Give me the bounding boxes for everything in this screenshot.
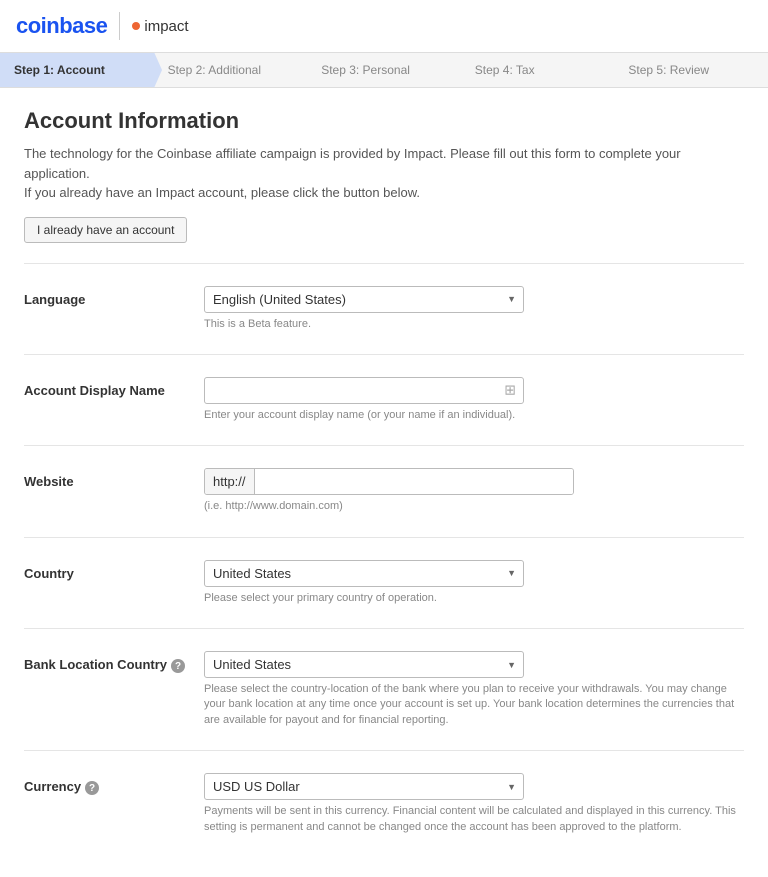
impact-logo: impact: [132, 18, 188, 35]
website-input-wrapper: http://: [204, 468, 574, 495]
logo-divider: [119, 12, 120, 40]
impact-dot-icon: [132, 22, 140, 30]
coinbase-logo: coinbase: [16, 13, 107, 39]
account-display-name-row: Account Display Name ⊞ Enter your accoun…: [24, 373, 744, 427]
website-prefix: http://: [205, 469, 255, 494]
account-name-wrapper: ⊞: [204, 377, 524, 404]
step-1[interactable]: Step 1: Account: [0, 53, 154, 87]
website-field: http:// (i.e. http://www.domain.com): [204, 468, 744, 514]
language-field: English (United States) Spanish French G…: [204, 286, 744, 332]
language-section: Language English (United States) Spanish…: [24, 263, 744, 354]
step-3[interactable]: Step 3: Personal: [307, 53, 461, 87]
language-row: Language English (United States) Spanish…: [24, 282, 744, 336]
currency-section: Currency ? USD US Dollar EUR Euro GBP Br…: [24, 750, 744, 857]
language-hint: This is a Beta feature.: [204, 317, 744, 332]
website-input[interactable]: [255, 469, 573, 494]
bank-location-country-select[interactable]: United States Canada United Kingdom Aust…: [204, 651, 524, 678]
language-select-wrapper: English (United States) Spanish French G…: [204, 286, 524, 313]
country-hint: Please select your primary country of op…: [204, 591, 744, 606]
bank-location-country-section: Bank Location Country ? United States Ca…: [24, 628, 744, 750]
language-label: Language: [24, 286, 204, 307]
country-select[interactable]: United States Canada United Kingdom Aust…: [204, 560, 524, 587]
currency-row: Currency ? USD US Dollar EUR Euro GBP Br…: [24, 769, 744, 839]
account-display-name-input[interactable]: [204, 377, 524, 404]
currency-label: Currency ?: [24, 773, 204, 795]
step-4[interactable]: Step 4: Tax: [461, 53, 615, 87]
account-display-name-section: Account Display Name ⊞ Enter your accoun…: [24, 354, 744, 445]
page-header: coinbase impact: [0, 0, 768, 53]
language-select[interactable]: English (United States) Spanish French G…: [204, 286, 524, 313]
page-title: Account Information: [24, 108, 744, 134]
website-label: Website: [24, 468, 204, 489]
already-have-account-button[interactable]: I already have an account: [24, 217, 187, 243]
account-display-name-field: ⊞ Enter your account display name (or yo…: [204, 377, 744, 423]
steps-navigation: Step 1: Account Step 2: Additional Step …: [0, 53, 768, 88]
bank-location-country-field: United States Canada United Kingdom Aust…: [204, 651, 744, 728]
bank-location-help-icon[interactable]: ?: [171, 659, 185, 673]
account-display-name-label: Account Display Name: [24, 377, 204, 398]
step-5[interactable]: Step 5: Review: [614, 53, 768, 87]
step-2[interactable]: Step 2: Additional: [154, 53, 308, 87]
currency-select[interactable]: USD US Dollar EUR Euro GBP British Pound…: [204, 773, 524, 800]
bank-location-country-row: Bank Location Country ? United States Ca…: [24, 647, 744, 732]
website-row: Website http:// (i.e. http://www.domain.…: [24, 464, 744, 518]
country-row: Country United States Canada United King…: [24, 556, 744, 610]
website-section: Website http:// (i.e. http://www.domain.…: [24, 445, 744, 536]
account-display-name-hint: Enter your account display name (or your…: [204, 408, 744, 423]
currency-field: USD US Dollar EUR Euro GBP British Pound…: [204, 773, 744, 835]
country-section: Country United States Canada United King…: [24, 537, 744, 628]
main-content: Account Information The technology for t…: [0, 88, 768, 877]
grid-icon: ⊞: [504, 382, 516, 399]
website-hint: (i.e. http://www.domain.com): [204, 499, 744, 514]
currency-select-wrapper: USD US Dollar EUR Euro GBP British Pound…: [204, 773, 524, 800]
bank-location-country-label: Bank Location Country ?: [24, 651, 204, 673]
bank-location-select-wrapper: United States Canada United Kingdom Aust…: [204, 651, 524, 678]
country-select-wrapper: United States Canada United Kingdom Aust…: [204, 560, 524, 587]
bank-location-country-hint: Please select the country-location of th…: [204, 682, 744, 728]
country-field: United States Canada United Kingdom Aust…: [204, 560, 744, 606]
page-description: The technology for the Coinbase affiliat…: [24, 144, 744, 203]
currency-help-icon[interactable]: ?: [85, 781, 99, 795]
country-label: Country: [24, 560, 204, 581]
currency-hint: Payments will be sent in this currency. …: [204, 804, 744, 835]
